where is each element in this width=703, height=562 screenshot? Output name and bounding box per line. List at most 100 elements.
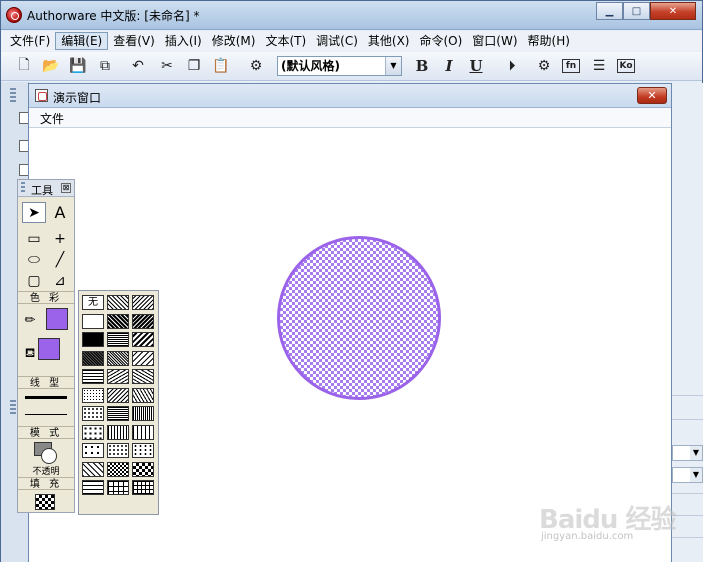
property-dropdown[interactable]: ▼ [672, 467, 703, 483]
fill-pattern-option[interactable] [132, 387, 154, 403]
fill-pattern-option[interactable] [82, 387, 104, 403]
mode-value: 不透明 [32, 467, 60, 477]
presentation-close-button[interactable]: ✕ [637, 87, 667, 104]
crosshair-tool-icon[interactable]: + [48, 228, 72, 249]
fill-pattern-option[interactable] [107, 387, 129, 403]
divider [672, 419, 703, 420]
fill-pattern-option[interactable] [132, 424, 154, 440]
fill-pattern-option[interactable] [132, 406, 154, 421]
fill-pattern-option[interactable] [82, 332, 104, 347]
divider [672, 537, 703, 538]
new-file-icon[interactable]: 🗋 [14, 56, 34, 76]
fill-pattern-option[interactable] [107, 406, 129, 421]
paste-icon[interactable]: 📋 [211, 56, 231, 76]
fill-pattern-option[interactable] [82, 480, 104, 495]
menu-insert[interactable]: 插入(I) [160, 32, 207, 50]
toolbar: 🗋 📂 💾 ⧉ ↶ ✂ ❐ 📋 ⚙ (默认风格) ▼ B I U ⏵ ⚙ fn … [1, 52, 702, 81]
tools-header[interactable]: 工具 ⊠ [18, 180, 74, 197]
bold-button[interactable]: B [412, 56, 432, 76]
tools-close-icon[interactable]: ⊠ [61, 183, 71, 193]
rounded-rect-tool-icon[interactable]: ▢ [22, 270, 46, 291]
patterned-circle-shape[interactable] [277, 236, 441, 400]
fill-pattern-option[interactable] [132, 480, 154, 495]
menu-debug[interactable]: 调试(C) [311, 32, 363, 50]
fill-pattern-option[interactable] [107, 313, 129, 329]
menu-view[interactable]: 查看(V) [108, 32, 160, 50]
open-folder-icon[interactable]: 📂 [41, 56, 61, 76]
fill-foreground-swatch[interactable] [38, 338, 60, 360]
pencil-color-icon[interactable]: ✏ [18, 310, 42, 331]
fill-pattern-option[interactable] [132, 443, 154, 458]
fill-pattern-none[interactable]: 无 [82, 295, 104, 310]
line-style-thick[interactable] [25, 396, 67, 399]
fill-pattern-option[interactable] [82, 350, 104, 366]
import-icon[interactable]: ⧉ [95, 56, 115, 76]
chevron-down-icon[interactable]: ▼ [385, 57, 401, 75]
menu-file[interactable]: 文件(F) [5, 32, 55, 50]
menu-other[interactable]: 其他(X) [363, 32, 415, 50]
fill-pattern-option[interactable] [82, 406, 104, 421]
copy-icon[interactable]: ❐ [184, 56, 204, 76]
close-button[interactable]: ✕ [650, 2, 696, 20]
menu-window[interactable]: 窗口(W) [467, 32, 522, 50]
pointer-tool-icon[interactable]: ➤ [22, 202, 46, 223]
menu-modify[interactable]: 修改(M) [207, 32, 261, 50]
fill-pattern-option[interactable] [132, 461, 154, 477]
variables-icon[interactable]: ☰ [589, 56, 609, 76]
menu-edit[interactable]: 编辑(E) [55, 32, 109, 50]
line-color-swatch[interactable] [46, 308, 68, 330]
fill-pattern-option[interactable] [132, 332, 154, 347]
presentation-menu-file[interactable]: 文件 [40, 110, 64, 127]
menu-help[interactable]: 帮助(H) [523, 32, 575, 50]
grip-handle[interactable] [10, 400, 16, 414]
fill-pattern-option[interactable] [82, 443, 104, 458]
grip-handle[interactable] [10, 88, 16, 102]
fill-pattern-option[interactable] [107, 443, 129, 458]
underline-button[interactable]: U [466, 56, 486, 76]
save-icon[interactable]: 💾 [68, 56, 88, 76]
color-section-label: 色 彩 [18, 291, 74, 304]
fill-pattern-option[interactable] [107, 295, 129, 310]
rectangle-tool-icon[interactable]: ▭ [22, 228, 46, 249]
fill-pattern-option[interactable] [107, 350, 129, 366]
italic-button[interactable]: I [439, 56, 459, 76]
fill-pattern-option[interactable] [82, 313, 104, 329]
fill-pattern-option[interactable] [107, 461, 129, 477]
fill-pattern-option[interactable] [107, 332, 129, 347]
fill-pattern-option[interactable] [82, 461, 104, 477]
fill-pattern-option[interactable] [132, 295, 154, 310]
ellipse-tool-icon[interactable]: ⬭ [22, 249, 46, 270]
fill-pattern-option[interactable] [82, 369, 104, 384]
cut-icon[interactable]: ✂ [157, 56, 177, 76]
tools-palette: 工具 ⊠ ➤ A ▭ + ⬭ ╱ ▢ ⊿ 色 彩 ✏ ⛾ 线 型 模 式 不透明… [17, 179, 75, 513]
line-tool-icon[interactable]: ╱ [48, 249, 72, 270]
menu-command[interactable]: 命令(O) [414, 32, 467, 50]
presentation-window-icon [35, 89, 48, 102]
undo-icon[interactable]: ↶ [128, 56, 148, 76]
polygon-tool-icon[interactable]: ⊿ [48, 270, 72, 291]
find-icon[interactable]: ⚙ [246, 56, 266, 76]
fill-pattern-option[interactable] [107, 424, 129, 440]
fill-pattern-option[interactable] [132, 313, 154, 329]
minimize-button[interactable]: ▁ [596, 2, 623, 20]
chevron-down-icon: ▼ [690, 446, 702, 460]
fill-pattern-option[interactable] [82, 424, 104, 440]
property-dropdown[interactable]: ▼ [672, 445, 703, 461]
fill-pattern-option[interactable] [107, 369, 129, 384]
functions-icon[interactable]: fn [562, 59, 580, 73]
fill-pattern-option[interactable] [107, 480, 129, 495]
control-panel-icon[interactable]: ⚙ [534, 56, 554, 76]
knowledge-objects-icon[interactable]: Ko [617, 59, 635, 73]
run-icon[interactable]: ⏵ [502, 56, 522, 76]
text-style-select[interactable]: (默认风格) ▼ [277, 56, 402, 76]
mode-section-label: 模 式 [18, 426, 74, 439]
text-tool-icon[interactable]: A [48, 202, 72, 223]
maximize-button[interactable]: □ [623, 2, 650, 20]
fill-pattern-option[interactable] [132, 369, 154, 384]
fill-pattern-sample[interactable] [35, 494, 55, 510]
grip-handle[interactable] [21, 182, 25, 194]
line-style-thin[interactable] [25, 414, 67, 415]
fill-pattern-option[interactable] [132, 350, 154, 366]
menu-text[interactable]: 文本(T) [260, 32, 311, 50]
window-title: Authorware 中文版: [未命名] * [27, 9, 200, 23]
